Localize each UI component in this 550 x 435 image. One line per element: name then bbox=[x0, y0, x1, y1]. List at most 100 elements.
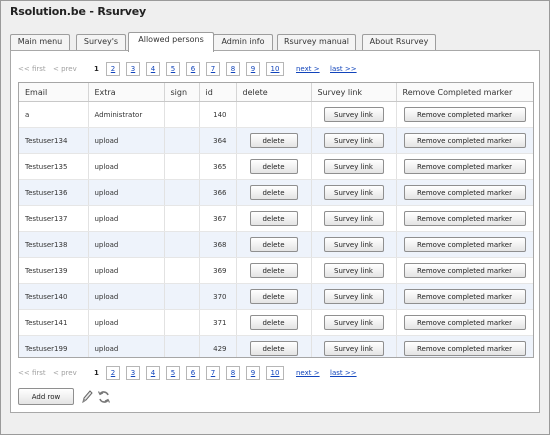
cell-sign bbox=[164, 335, 200, 357]
delete-button[interactable]: delete bbox=[249, 133, 298, 148]
survey-link-button[interactable]: Survey link bbox=[323, 263, 384, 278]
survey-link-button[interactable]: Survey link bbox=[323, 289, 384, 304]
cell-remove-completed: Remove completed marker bbox=[396, 283, 533, 310]
pager-page-4[interactable]: 4 bbox=[146, 62, 160, 76]
delete-button[interactable]: delete bbox=[249, 211, 298, 226]
delete-button[interactable]: delete bbox=[249, 159, 298, 174]
survey-link-button[interactable]: Survey link bbox=[323, 341, 384, 356]
cell-email: Testuser138 bbox=[19, 231, 89, 258]
cell-id: 370 bbox=[199, 283, 237, 310]
remove-completed-marker-button[interactable]: Remove completed marker bbox=[403, 341, 526, 356]
cell-remove-completed: Remove completed marker bbox=[396, 205, 533, 232]
cell-remove-completed: Remove completed marker bbox=[396, 127, 533, 154]
pager-page-3[interactable]: 3 bbox=[126, 366, 140, 380]
delete-button[interactable]: delete bbox=[249, 341, 298, 356]
pager-next[interactable]: next > bbox=[296, 366, 320, 380]
cell-extra: upload bbox=[88, 153, 165, 180]
col-header-delete: delete bbox=[236, 83, 312, 102]
survey-link-button[interactable]: Survey link bbox=[323, 315, 384, 330]
pager-page-10[interactable]: 10 bbox=[266, 62, 284, 76]
tab-admin-info[interactable]: Admin info bbox=[213, 34, 273, 50]
delete-button[interactable]: delete bbox=[249, 289, 298, 304]
app-window: Rsolution.be - Rsurvey Main menu Survey'… bbox=[0, 0, 550, 435]
pager-page-10[interactable]: 10 bbox=[266, 366, 284, 380]
pager-page-6[interactable]: 6 bbox=[186, 62, 200, 76]
cell-email: Testuser135 bbox=[19, 153, 89, 180]
cell-extra: upload bbox=[88, 335, 165, 357]
col-header-id[interactable]: id bbox=[199, 83, 237, 102]
cell-delete bbox=[236, 101, 312, 128]
cell-remove-completed: Remove completed marker bbox=[396, 179, 533, 206]
pager-page-4[interactable]: 4 bbox=[146, 366, 160, 380]
cell-delete: delete bbox=[236, 283, 312, 310]
pager-page-2[interactable]: 2 bbox=[106, 62, 120, 76]
remove-completed-marker-button[interactable]: Remove completed marker bbox=[403, 211, 526, 226]
pager-page-6[interactable]: 6 bbox=[186, 366, 200, 380]
remove-completed-marker-button[interactable]: Remove completed marker bbox=[403, 315, 526, 330]
cell-remove-completed: Remove completed marker bbox=[396, 309, 533, 336]
remove-completed-marker-button[interactable]: Remove completed marker bbox=[403, 289, 526, 304]
cell-sign bbox=[164, 179, 200, 206]
cell-survey-link: Survey link bbox=[311, 101, 397, 128]
survey-link-button[interactable]: Survey link bbox=[323, 107, 384, 122]
cell-survey-link: Survey link bbox=[311, 127, 397, 154]
refresh-icon[interactable] bbox=[97, 389, 111, 405]
remove-completed-marker-button[interactable]: Remove completed marker bbox=[403, 133, 526, 148]
tab-allowed-persons[interactable]: Allowed persons bbox=[128, 32, 214, 52]
survey-link-button[interactable]: Survey link bbox=[323, 133, 384, 148]
pager-page-5[interactable]: 5 bbox=[166, 366, 180, 380]
pager-page-8[interactable]: 8 bbox=[226, 366, 240, 380]
survey-link-button[interactable]: Survey link bbox=[323, 211, 384, 226]
pager-current-page: 1 bbox=[94, 369, 99, 377]
delete-button[interactable]: delete bbox=[249, 315, 298, 330]
pager-page-5[interactable]: 5 bbox=[166, 62, 180, 76]
cell-survey-link: Survey link bbox=[311, 205, 397, 232]
survey-link-button[interactable]: Survey link bbox=[323, 237, 384, 252]
delete-button[interactable]: delete bbox=[249, 185, 298, 200]
pager-next[interactable]: next > bbox=[296, 62, 320, 76]
delete-button[interactable]: delete bbox=[249, 237, 298, 252]
tab-surveys[interactable]: Survey's bbox=[76, 34, 126, 50]
table-row: Testuser138 upload 368 delete Survey lin… bbox=[19, 231, 533, 258]
cell-delete: delete bbox=[236, 205, 312, 232]
survey-link-button[interactable]: Survey link bbox=[323, 159, 384, 174]
survey-link-button[interactable]: Survey link bbox=[323, 185, 384, 200]
col-header-email[interactable]: Email bbox=[19, 83, 89, 102]
pager-first: << first bbox=[18, 369, 46, 377]
cell-survey-link: Survey link bbox=[311, 257, 397, 284]
pager-page-8[interactable]: 8 bbox=[226, 62, 240, 76]
cell-delete: delete bbox=[236, 153, 312, 180]
cell-survey-link: Survey link bbox=[311, 283, 397, 310]
table-row: Testuser137 upload 367 delete Survey lin… bbox=[19, 205, 533, 232]
cell-sign bbox=[164, 231, 200, 258]
col-header-sign[interactable]: sign bbox=[164, 83, 200, 102]
pager-page-2[interactable]: 2 bbox=[106, 366, 120, 380]
table-header-row: Email Extra sign id delete Survey link R… bbox=[19, 83, 533, 102]
pager-last[interactable]: last >> bbox=[330, 62, 357, 76]
pager-page-3[interactable]: 3 bbox=[126, 62, 140, 76]
remove-completed-marker-button[interactable]: Remove completed marker bbox=[403, 107, 526, 122]
pager-page-7[interactable]: 7 bbox=[206, 366, 220, 380]
remove-completed-marker-button[interactable]: Remove completed marker bbox=[403, 185, 526, 200]
cell-remove-completed: Remove completed marker bbox=[396, 335, 533, 357]
cell-delete: delete bbox=[236, 309, 312, 336]
pager-page-7[interactable]: 7 bbox=[206, 62, 220, 76]
cell-extra: Administrator bbox=[88, 101, 165, 128]
add-row-button[interactable]: Add row bbox=[18, 388, 74, 405]
remove-completed-marker-button[interactable]: Remove completed marker bbox=[403, 237, 526, 252]
pencil-icon[interactable] bbox=[80, 389, 94, 405]
cell-survey-link: Survey link bbox=[311, 179, 397, 206]
col-header-extra[interactable]: Extra bbox=[88, 83, 165, 102]
remove-completed-marker-button[interactable]: Remove completed marker bbox=[403, 263, 526, 278]
remove-completed-marker-button[interactable]: Remove completed marker bbox=[403, 159, 526, 174]
pager-page-9[interactable]: 9 bbox=[246, 366, 260, 380]
cell-email: Testuser199 bbox=[19, 335, 89, 357]
pager-last[interactable]: last >> bbox=[330, 366, 357, 380]
tab-rsurvey-manual[interactable]: Rsurvey manual bbox=[277, 34, 356, 50]
cell-sign bbox=[164, 309, 200, 336]
table-row: Testuser199 upload 429 delete Survey lin… bbox=[19, 335, 533, 357]
pager-page-9[interactable]: 9 bbox=[246, 62, 260, 76]
tab-main-menu[interactable]: Main menu bbox=[10, 34, 70, 50]
delete-button[interactable]: delete bbox=[249, 263, 298, 278]
tab-about-rsurvey[interactable]: About Rsurvey bbox=[362, 34, 436, 50]
